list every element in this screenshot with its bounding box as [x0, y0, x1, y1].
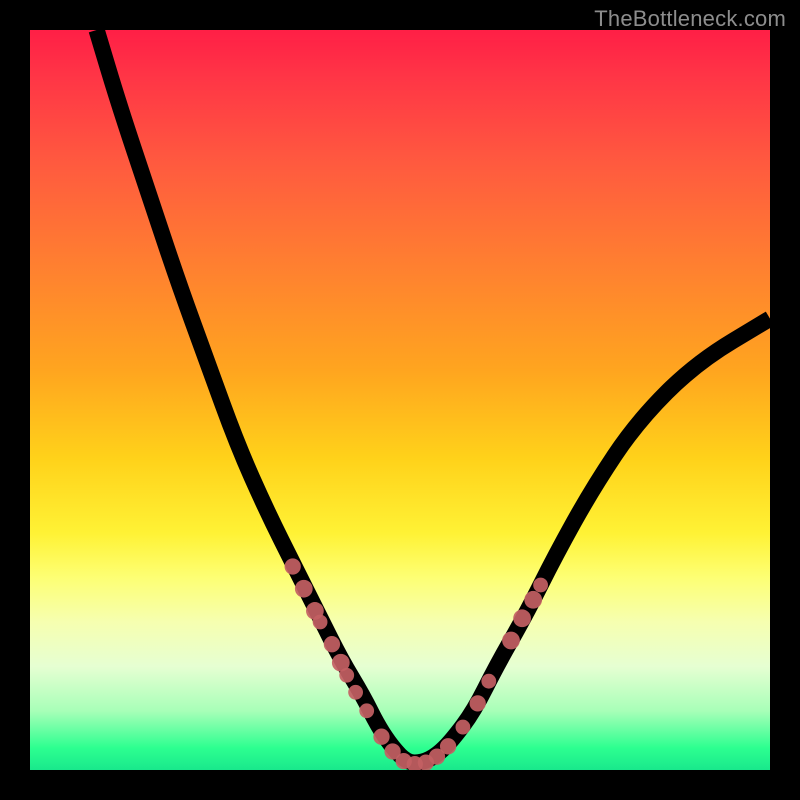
- marker-bead: [524, 591, 542, 609]
- marker-bead: [533, 578, 548, 593]
- plot-area: [30, 30, 770, 770]
- marker-bead: [313, 615, 328, 630]
- marker-bead: [470, 695, 486, 711]
- marker-beads: [285, 558, 548, 770]
- bottleneck-curve: [97, 30, 770, 763]
- marker-bead: [502, 632, 520, 650]
- watermark-text: TheBottleneck.com: [594, 6, 786, 32]
- marker-bead: [339, 668, 354, 683]
- marker-bead: [513, 609, 531, 627]
- marker-bead: [295, 580, 313, 598]
- marker-bead: [440, 738, 456, 754]
- marker-bead: [373, 729, 389, 745]
- marker-bead: [456, 720, 471, 735]
- curve-svg: [30, 30, 770, 770]
- marker-bead: [481, 674, 496, 689]
- marker-bead: [285, 558, 301, 574]
- marker-bead: [359, 703, 374, 718]
- chart-frame: TheBottleneck.com: [0, 0, 800, 800]
- marker-bead: [324, 636, 340, 652]
- marker-bead: [348, 685, 363, 700]
